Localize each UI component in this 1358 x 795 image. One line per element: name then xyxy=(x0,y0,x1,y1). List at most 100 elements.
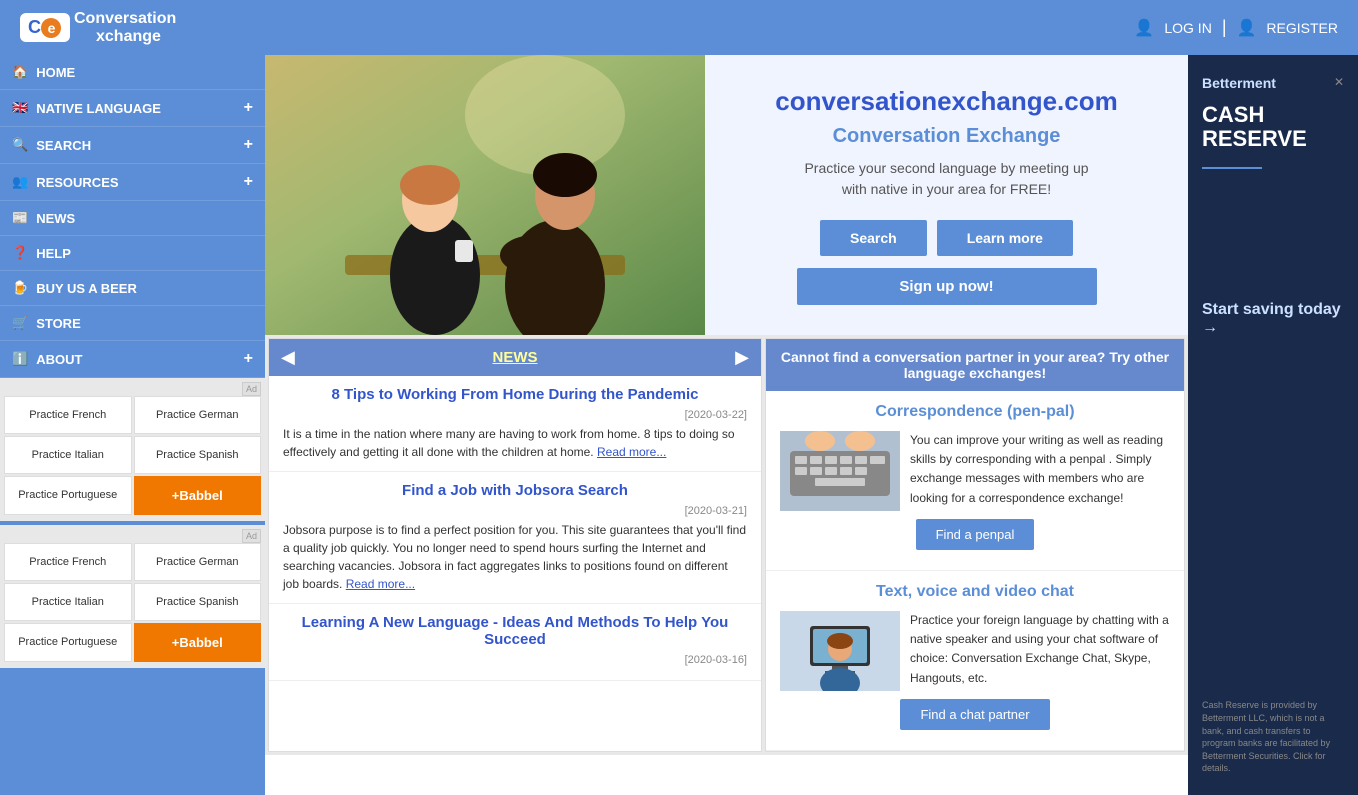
sidebar-item-news[interactable]: 📰 NEWS xyxy=(0,201,265,236)
signup-button[interactable]: Sign up now! xyxy=(797,268,1097,305)
native-language-expand-icon: + xyxy=(244,99,253,117)
correspondence-title: Correspondence (pen-pal) xyxy=(780,403,1170,421)
find-penpal-button[interactable]: Find a penpal xyxy=(916,519,1035,550)
babbel-btn-2[interactable]: +Babbel xyxy=(134,623,262,662)
logo-e: e xyxy=(41,18,61,38)
main-container: 🏠 HOME 🇬🇧 NATIVE LANGUAGE + 🔍 SEARCH + 👥… xyxy=(0,55,1358,795)
ad-right-panel: Betterment ✕ CASH RESERVE Start saving t… xyxy=(1188,55,1358,795)
practice-italian-btn-1[interactable]: Practice Italian xyxy=(4,436,132,474)
chat-text: Practice your foreign language by chatti… xyxy=(910,611,1170,691)
practice-spanish-btn-2[interactable]: Practice Spanish xyxy=(134,583,262,621)
babbel-btn-1[interactable]: +Babbel xyxy=(134,476,262,515)
header-divider: | xyxy=(1222,17,1227,38)
ad-badge-2: Ad xyxy=(242,529,261,543)
news-article-2: Find a Job with Jobsora Search [2020-03-… xyxy=(269,472,761,604)
practice-french-btn-1[interactable]: Practice French xyxy=(4,396,132,434)
store-icon: 🛒 xyxy=(12,315,28,331)
chat-image xyxy=(780,611,900,691)
news-header: ◀ NEWS ▶ xyxy=(269,339,761,376)
person-icon: 👤 xyxy=(1134,18,1154,38)
ad-widget-2: Ad Practice French Practice German Pract… xyxy=(0,525,265,668)
chat-person-svg xyxy=(780,611,900,691)
learn-more-button[interactable]: Learn more xyxy=(937,220,1073,256)
keyboard-svg xyxy=(780,431,900,511)
logo-area: Ce Conversation xchange xyxy=(20,10,176,46)
practice-spanish-btn-1[interactable]: Practice Spanish xyxy=(134,436,262,474)
news-date-2: [2020-03-21] xyxy=(283,505,747,517)
about-expand-icon: + xyxy=(244,350,253,368)
right-panel-header: Cannot find a conversation partner in yo… xyxy=(766,339,1184,391)
correspondence-content: You can improve your writing as well as … xyxy=(780,431,1170,511)
news-prev-icon[interactable]: ◀ xyxy=(281,347,295,368)
search-nav-icon: 🔍 xyxy=(12,137,28,153)
chat-content: Practice your foreign language by chatti… xyxy=(780,611,1170,691)
news-excerpt-1: It is a time in the nation where many ar… xyxy=(283,425,747,461)
ad-badge-1: Ad xyxy=(242,382,261,396)
flag-icon: 🇬🇧 xyxy=(12,100,28,116)
sidebar-item-store[interactable]: 🛒 STORE xyxy=(0,306,265,341)
news-readmore-1[interactable]: Read more... xyxy=(597,445,666,459)
ad-disclaimer: Cash Reserve is provided by Betterment L… xyxy=(1202,699,1344,775)
lower-section: ◀ NEWS ▶ 8 Tips to Working From Home Dur… xyxy=(265,335,1188,755)
logo-tagline: Conversation xchange xyxy=(74,10,176,46)
sidebar-item-search[interactable]: 🔍 SEARCH + xyxy=(0,127,265,164)
header-auth: 👤 LOG IN | 👤 REGISTER xyxy=(1134,17,1338,38)
resources-expand-icon: + xyxy=(244,173,253,191)
search-expand-icon: + xyxy=(244,136,253,154)
practice-portuguese-btn-2[interactable]: Practice Portuguese xyxy=(4,623,132,662)
correspondence-text: You can improve your writing as well as … xyxy=(910,431,1170,511)
news-article-1: 8 Tips to Working From Home During the P… xyxy=(269,376,761,472)
sidebar-item-buy-beer[interactable]: 🍺 BUY US A BEER xyxy=(0,271,265,306)
chat-title: Text, voice and video chat xyxy=(780,583,1170,601)
ad-underline xyxy=(1202,167,1262,169)
practice-portuguese-btn-1[interactable]: Practice Portuguese xyxy=(4,476,132,515)
header: Ce Conversation xchange 👤 LOG IN | 👤 REG… xyxy=(0,0,1358,55)
find-chat-partner-button[interactable]: Find a chat partner xyxy=(900,699,1049,730)
hero-buttons-row: Search Learn more xyxy=(820,220,1073,256)
sidebar-item-help[interactable]: ❓ HELP xyxy=(0,236,265,271)
news-next-icon[interactable]: ▶ xyxy=(735,347,749,368)
hero-text-panel: conversationexchange.com Conversation Ex… xyxy=(705,55,1188,335)
news-icon: 📰 xyxy=(12,210,28,226)
ad-close-icon[interactable]: ✕ xyxy=(1334,75,1344,89)
news-date-1: [2020-03-22] xyxy=(283,409,747,421)
sidebar-item-native-language[interactable]: 🇬🇧 NATIVE LANGUAGE + xyxy=(0,90,265,127)
correspondence-image xyxy=(780,431,900,511)
practice-italian-btn-2[interactable]: Practice Italian xyxy=(4,583,132,621)
news-readmore-2[interactable]: Read more... xyxy=(346,577,415,591)
news-article-3: Learning A New Language - Ideas And Meth… xyxy=(269,604,761,681)
correspondence-section: Correspondence (pen-pal) xyxy=(766,391,1184,571)
practice-german-btn-1[interactable]: Practice German xyxy=(134,396,262,434)
register-icon: 👤 xyxy=(1237,18,1257,38)
register-link[interactable]: REGISTER xyxy=(1266,20,1338,36)
news-title-2[interactable]: Find a Job with Jobsora Search xyxy=(283,482,747,499)
about-icon: ℹ️ xyxy=(12,351,28,367)
chat-section: Text, voice and video chat xyxy=(766,571,1184,751)
practice-german-btn-2[interactable]: Practice German xyxy=(134,543,262,581)
news-header-title[interactable]: NEWS xyxy=(493,349,538,366)
search-button[interactable]: Search xyxy=(820,220,927,256)
news-excerpt-2: Jobsora purpose is to find a perfect pos… xyxy=(283,521,747,593)
sidebar-item-home[interactable]: 🏠 HOME xyxy=(0,55,265,90)
ad-product: CASH RESERVE xyxy=(1202,103,1344,151)
right-panel: Cannot find a conversation partner in yo… xyxy=(765,338,1185,752)
ad-brand: Betterment xyxy=(1202,75,1276,91)
hero-svg xyxy=(265,55,705,335)
news-title-1[interactable]: 8 Tips to Working From Home During the P… xyxy=(283,386,747,403)
beer-icon: 🍺 xyxy=(12,280,28,296)
logo-box[interactable]: Ce xyxy=(20,13,70,42)
ad-right-content[interactable]: Betterment ✕ CASH RESERVE Start saving t… xyxy=(1188,55,1358,795)
content-area: conversationexchange.com Conversation Ex… xyxy=(265,55,1188,795)
ad-widget-1: Ad Practice French Practice German Pract… xyxy=(0,378,265,521)
hero-subtitle: Practice your second language by meeting… xyxy=(804,158,1088,200)
practice-french-btn-2[interactable]: Practice French xyxy=(4,543,132,581)
news-date-3: [2020-03-16] xyxy=(283,654,747,666)
hero-section: conversationexchange.com Conversation Ex… xyxy=(265,55,1188,335)
login-link[interactable]: LOG IN xyxy=(1164,20,1211,36)
sidebar: 🏠 HOME 🇬🇧 NATIVE LANGUAGE + 🔍 SEARCH + 👥… xyxy=(0,55,265,795)
ad-cta: Start saving today → xyxy=(1202,301,1344,337)
home-icon: 🏠 xyxy=(12,64,28,80)
news-title-3[interactable]: Learning A New Language - Ideas And Meth… xyxy=(283,614,747,648)
sidebar-item-resources[interactable]: 👥 RESOURCES + xyxy=(0,164,265,201)
sidebar-item-about[interactable]: ℹ️ ABOUT + xyxy=(0,341,265,378)
